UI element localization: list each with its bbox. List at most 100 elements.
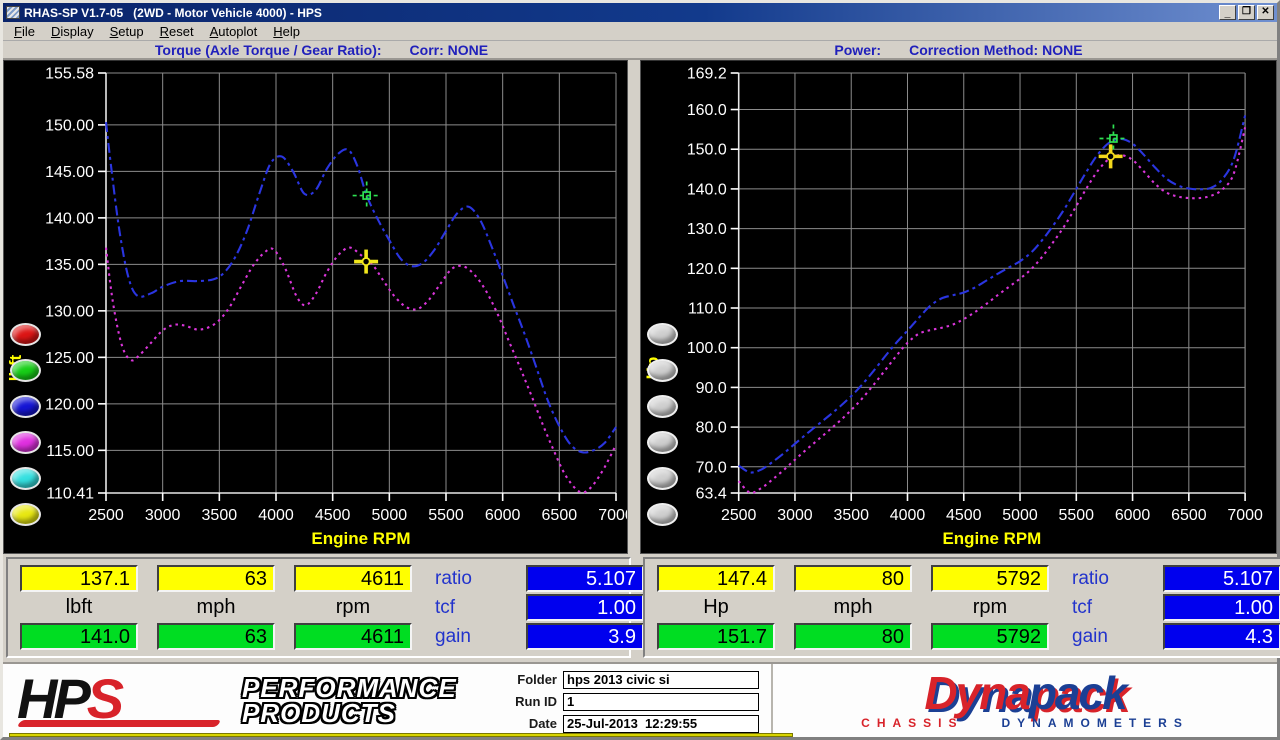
dynapack-logo-pack: pack [1029, 667, 1126, 719]
charts-row: 155.58150.00145.00140.00135.00130.00125.… [3, 60, 1277, 554]
svg-text:155.58: 155.58 [45, 66, 94, 83]
menu-bar: FileDisplaySetupResetAutoplotHelp [3, 22, 1277, 41]
tcf-value: 1.00 [526, 594, 644, 621]
svg-text:3000: 3000 [145, 507, 181, 524]
svg-text:5000: 5000 [1002, 507, 1038, 524]
svg-text:5500: 5500 [1059, 507, 1095, 524]
svg-text:150.00: 150.00 [45, 117, 94, 134]
folder-input[interactable] [563, 671, 759, 689]
torque-trace-button-red[interactable] [10, 323, 41, 346]
torque-trace-button-yellow[interactable] [10, 503, 41, 526]
power-corrected-mph: 80 [794, 623, 912, 650]
svg-text:140.00: 140.00 [45, 210, 94, 227]
svg-text:7000: 7000 [1227, 507, 1263, 524]
tcf-label: tcf [1068, 597, 1144, 619]
torque-cursor-value: 137.1 [20, 565, 138, 592]
svg-text:90.0: 90.0 [696, 380, 727, 397]
folder-field-row: Folder [503, 671, 771, 689]
power-corrected-rpm: 5792 [931, 623, 1049, 650]
svg-text:110.41: 110.41 [46, 486, 94, 503]
power-trace-button-gray-4[interactable] [647, 431, 678, 454]
svg-text:6500: 6500 [542, 507, 578, 524]
svg-text:6000: 6000 [1115, 507, 1151, 524]
svg-text:2500: 2500 [721, 507, 757, 524]
restore-button[interactable]: ❐ [1238, 5, 1255, 20]
measured-power-curve [739, 127, 1245, 492]
svg-text:4000: 4000 [890, 507, 926, 524]
torque-chart-panel: 155.58150.00145.00140.00135.00130.00125.… [3, 60, 628, 554]
svg-text:169.2: 169.2 [687, 65, 727, 82]
dynapack-dynamometers-label: DYNAMOMETERS [1002, 716, 1189, 730]
svg-text:Engine RPM: Engine RPM [311, 529, 410, 548]
svg-text:115.00: 115.00 [46, 443, 94, 460]
svg-text:130.0: 130.0 [687, 221, 727, 238]
dynapack-logo: Dynapack CHASSIS DYNAMOMETERS [771, 664, 1277, 737]
torque-trace-button-magenta[interactable] [10, 431, 41, 454]
svg-text:120.0: 120.0 [687, 261, 727, 278]
menu-help[interactable]: Help [266, 23, 307, 40]
menu-autoplot[interactable]: Autoplot [203, 23, 265, 40]
torque-trace-button-blue[interactable] [10, 395, 41, 418]
power-trace-button-gray-5[interactable] [647, 467, 678, 490]
torque-cursor-rpm: 4611 [294, 565, 412, 592]
power-chart-panel: 169.2160.0150.0140.0130.0120.0110.0100.0… [640, 60, 1277, 554]
close-button[interactable]: ✕ [1257, 5, 1274, 20]
power-readout-table: 147.4 80 5792 ratio 5.107 Hp mph rpm tcf… [643, 557, 1280, 658]
torque-header-correction: Corr: NONE [410, 42, 489, 58]
title-bar: RHAS-SP V1.7-05 (2WD - Motor Vehicle 400… [3, 3, 1277, 22]
svg-text:3500: 3500 [833, 507, 869, 524]
torque-trace-button-green[interactable] [10, 359, 41, 382]
chart-divider [628, 60, 640, 554]
hps-logo-mark: HPS [17, 673, 242, 729]
torque-chart[interactable]: 155.58150.00145.00140.00135.00130.00125.… [4, 61, 627, 553]
svg-text:120.00: 120.00 [45, 396, 94, 413]
svg-text:5500: 5500 [428, 507, 464, 524]
hps-logo-text: PERFORMANCE PRODUCTS [242, 676, 457, 726]
rpm-unit-label: rpm [931, 596, 1049, 619]
dynapack-chassis-label: CHASSIS [861, 716, 963, 730]
power-cursor-value: 147.4 [657, 565, 775, 592]
torque-chart-header: Torque (Axle Torque / Gear Ratio): Corr:… [3, 41, 640, 58]
menu-reset[interactable]: Reset [153, 23, 201, 40]
torque-unit-label: lbft [20, 596, 138, 619]
run-info-fields: Folder Run ID Date [503, 669, 771, 733]
window-title: RHAS-SP V1.7-05 (2WD - Motor Vehicle 400… [24, 6, 1219, 20]
svg-text:3000: 3000 [777, 507, 813, 524]
run-id-input[interactable] [563, 693, 759, 711]
run-id-label: Run ID [503, 694, 563, 709]
gain-value: 3.9 [526, 623, 644, 650]
menu-setup[interactable]: Setup [103, 23, 151, 40]
app-window: RHAS-SP V1.7-05 (2WD - Motor Vehicle 400… [0, 0, 1280, 740]
svg-text:80.0: 80.0 [696, 420, 727, 437]
svg-text:130.00: 130.00 [45, 303, 94, 320]
torque-readout-table: 137.1 63 4611 ratio 5.107 lbft mph rpm t… [6, 557, 631, 658]
svg-text:125.00: 125.00 [45, 350, 94, 367]
power-trace-button-gray-6[interactable] [647, 503, 678, 526]
torque-trace-button-cyan[interactable] [10, 467, 41, 490]
torque-header-title: Torque (Axle Torque / Gear Ratio): [155, 42, 382, 58]
gain-value: 4.3 [1163, 623, 1280, 650]
power-trace-button-gray-2[interactable] [647, 359, 678, 382]
svg-text:70.0: 70.0 [696, 459, 727, 476]
menu-file[interactable]: File [7, 23, 42, 40]
svg-text:140.0: 140.0 [687, 181, 727, 198]
torque-cursor-mph: 63 [157, 565, 275, 592]
power-trace-button-gray-1[interactable] [647, 323, 678, 346]
power-trace-button-gray-3[interactable] [647, 395, 678, 418]
power-chart[interactable]: 169.2160.0150.0140.0130.0120.0110.0100.0… [641, 61, 1276, 553]
window-icon [6, 6, 20, 19]
menu-display[interactable]: Display [44, 23, 101, 40]
readout-tables: 137.1 63 4611 ratio 5.107 lbft mph rpm t… [3, 554, 1277, 662]
cursor-marker-green[interactable] [353, 182, 381, 210]
tcf-value: 1.00 [1163, 594, 1280, 621]
footer-strip [9, 733, 793, 737]
svg-text:Engine RPM: Engine RPM [942, 529, 1041, 548]
date-label: Date [503, 716, 563, 731]
torque-plot-buttons [10, 323, 41, 526]
svg-text:4500: 4500 [315, 507, 351, 524]
svg-text:7000: 7000 [598, 507, 627, 524]
date-input[interactable] [563, 715, 759, 733]
minimize-button[interactable]: _ [1219, 5, 1236, 20]
power-chart-header: Power: Correction Method: NONE [640, 41, 1277, 58]
cursor-marker-yellow[interactable] [354, 250, 378, 274]
